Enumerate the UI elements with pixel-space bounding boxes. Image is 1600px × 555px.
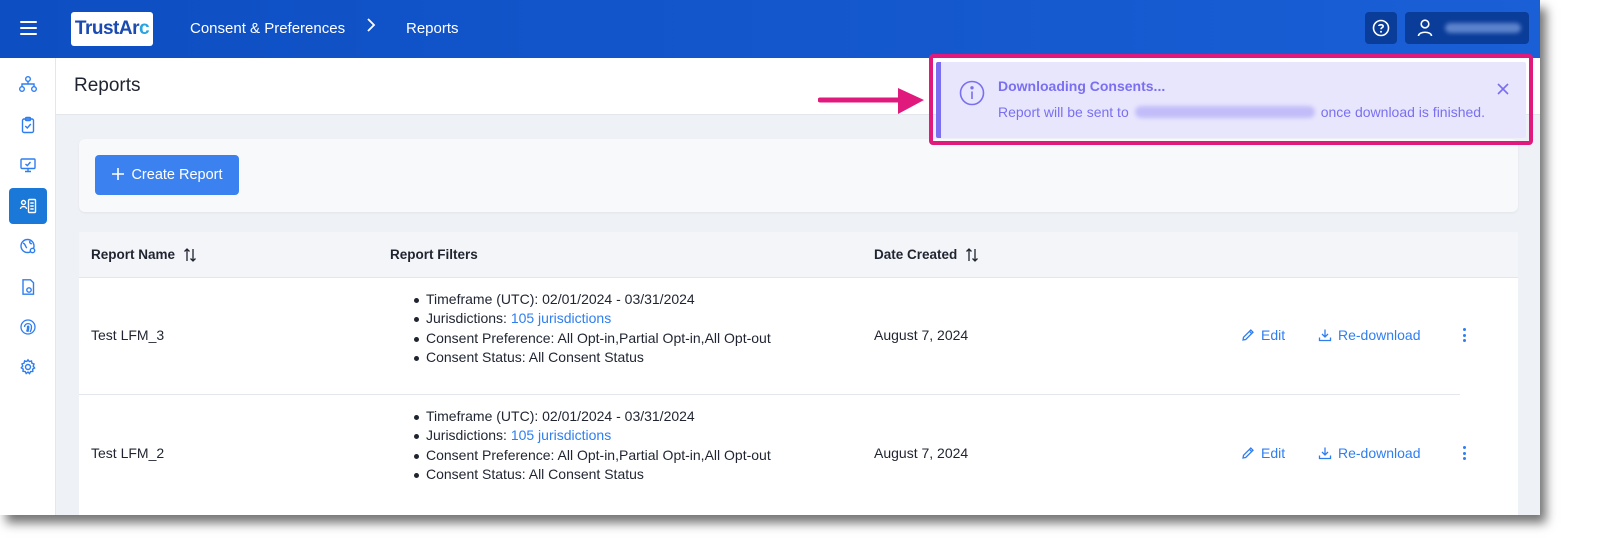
filter-consent-preference: Consent Preference: All Opt-in,Partial O… <box>409 446 771 465</box>
jurisdictions-link[interactable]: 105 jurisdictions <box>511 427 611 443</box>
filter-timeframe: Timeframe (UTC): 02/01/2024 - 03/31/2024 <box>409 290 771 309</box>
filter-consent-status: Consent Status: All Consent Status <box>409 348 771 367</box>
sidebar-item-tasks[interactable] <box>9 107 47 143</box>
filter-jurisdictions: Jurisdictions: 105 jurisdictions <box>409 309 771 328</box>
create-report-button[interactable]: Create Report <box>95 155 239 195</box>
report-filters-list: Timeframe (UTC): 02/01/2024 - 03/31/2024… <box>409 407 771 484</box>
user-icon <box>1417 19 1433 37</box>
redownload-button[interactable]: Re-download <box>1318 445 1421 461</box>
jurisdictions-link[interactable]: 105 jurisdictions <box>511 310 611 326</box>
more-options-icon[interactable] <box>1460 325 1468 345</box>
table-header: Report Name Report Filters Date Created <box>79 232 1518 278</box>
document-settings-icon <box>22 279 35 295</box>
sidebar-item-identity[interactable] <box>9 309 47 345</box>
reports-icon <box>19 198 37 214</box>
page-title: Reports <box>74 75 141 96</box>
column-header-date-created[interactable]: Date Created <box>874 247 979 262</box>
table-row: Test LFM_2 Timeframe (UTC): 02/01/2024 -… <box>79 395 1518 512</box>
table-row: Test LFM_3 Timeframe (UTC): 02/01/2024 -… <box>79 278 1466 395</box>
toolbar-card: Create Report <box>79 139 1518 212</box>
clipboard-check-icon <box>21 116 35 134</box>
org-chart-icon <box>19 76 37 92</box>
sidebar-item-settings[interactable] <box>9 349 47 385</box>
menu-icon[interactable] <box>20 21 37 35</box>
user-menu-button[interactable] <box>1405 12 1529 44</box>
more-options-icon[interactable] <box>1460 443 1468 463</box>
download-icon <box>1318 447 1332 460</box>
filter-consent-status: Consent Status: All Consent Status <box>409 465 771 484</box>
sidebar-item-org[interactable] <box>9 66 47 102</box>
edit-button[interactable]: Edit <box>1241 327 1285 343</box>
gear-icon <box>20 358 36 375</box>
report-name: Test LFM_2 <box>91 445 165 461</box>
user-name-redacted <box>1445 23 1521 33</box>
reports-table: Report Name Report Filters Date Created … <box>79 232 1518 515</box>
create-report-label: Create Report <box>131 167 223 183</box>
fingerprint-icon <box>20 319 36 335</box>
trustarc-logo[interactable]: TrustAr c <box>71 12 153 46</box>
report-name: Test LFM_3 <box>91 327 165 343</box>
chevron-right-icon <box>366 18 376 37</box>
pencil-icon <box>1242 329 1254 341</box>
filter-consent-preference: Consent Preference: All Opt-in,Partial O… <box>409 329 771 348</box>
column-header-report-filters: Report Filters <box>390 247 478 262</box>
pencil-icon <box>1242 447 1254 459</box>
monitor-icon <box>20 158 36 173</box>
globe-user-icon <box>20 238 36 254</box>
highlight-box <box>929 54 1533 145</box>
sidebar-item-documents[interactable] <box>9 269 47 305</box>
top-bar: TrustAr c Consent & Preferences Reports <box>0 0 1540 58</box>
sort-icon[interactable] <box>183 247 197 262</box>
plus-icon <box>111 165 125 185</box>
sidebar-item-monitor[interactable] <box>9 147 47 183</box>
filter-timeframe: Timeframe (UTC): 02/01/2024 - 03/31/2024 <box>409 407 771 426</box>
help-icon <box>1372 19 1390 37</box>
download-icon <box>1318 329 1332 342</box>
breadcrumb-reports: Reports <box>406 20 459 37</box>
annotation-arrow <box>818 88 924 114</box>
filter-jurisdictions: Jurisdictions: 105 jurisdictions <box>409 426 771 445</box>
sidebar <box>0 58 56 515</box>
column-header-report-name[interactable]: Report Name <box>91 247 197 262</box>
breadcrumb-consent-preferences[interactable]: Consent & Preferences <box>190 20 345 37</box>
sort-icon[interactable] <box>965 247 979 262</box>
edit-button[interactable]: Edit <box>1241 445 1285 461</box>
redownload-button[interactable]: Re-download <box>1318 327 1421 343</box>
sidebar-item-globe[interactable] <box>9 228 47 264</box>
date-created: August 7, 2024 <box>874 327 969 343</box>
sidebar-item-reports[interactable] <box>9 188 47 224</box>
report-filters-list: Timeframe (UTC): 02/01/2024 - 03/31/2024… <box>409 290 771 367</box>
date-created: August 7, 2024 <box>874 445 969 461</box>
help-button[interactable] <box>1365 12 1397 44</box>
